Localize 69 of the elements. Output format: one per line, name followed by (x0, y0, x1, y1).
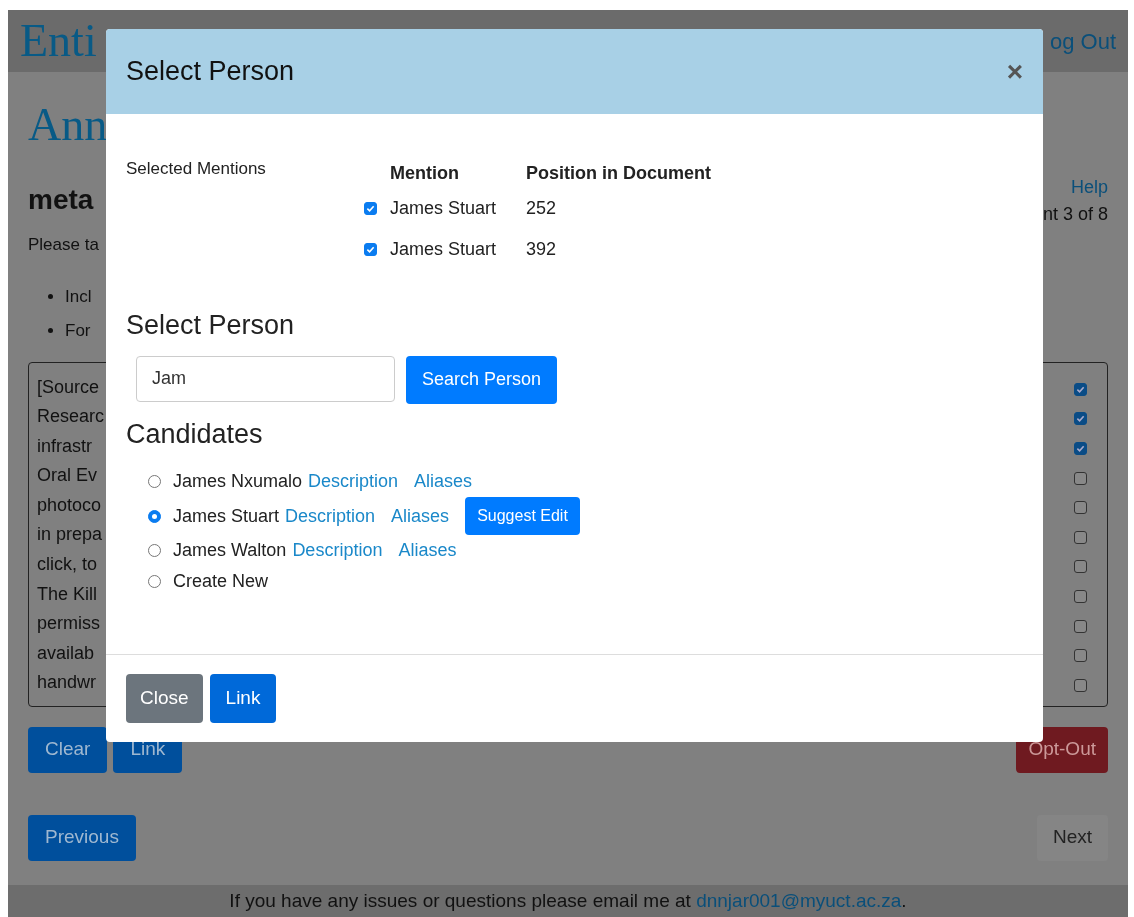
checkbox[interactable] (1074, 471, 1087, 485)
description-link[interactable]: Description (308, 468, 399, 495)
table-cell-text: James Stuart (390, 238, 498, 261)
column-header: Position in Document (526, 162, 711, 185)
section-heading: Candidates (126, 417, 264, 451)
checkbox[interactable] (1074, 649, 1087, 663)
opt-out-button[interactable]: Opt-Out (1016, 726, 1108, 773)
text-line: infrastr (37, 434, 93, 458)
aliases-link[interactable]: Aliases (398, 537, 457, 564)
radio-button[interactable] (148, 575, 161, 588)
modal-title: Select Person (126, 55, 295, 89)
help-link[interactable]: Help (1070, 174, 1108, 201)
checkbox[interactable] (1074, 560, 1087, 574)
document-counter: nt 3 of 8 (1042, 203, 1108, 226)
checkbox[interactable] (1074, 530, 1087, 544)
radio-button[interactable] (148, 544, 161, 557)
text-line: handwr (37, 671, 98, 695)
next-button[interactable]: Next (1036, 814, 1108, 861)
aliases-link[interactable]: Aliases (391, 502, 450, 530)
radio-button[interactable] (148, 509, 161, 523)
text-line: click, to (37, 553, 98, 577)
close-button[interactable]: × (1006, 57, 1023, 86)
bullet-icon (48, 328, 53, 334)
checkbox[interactable] (364, 202, 377, 215)
text-line: in prepa (37, 523, 104, 547)
bullet-icon (48, 293, 53, 299)
text-line: Researc (37, 405, 105, 429)
checkbox[interactable] (364, 243, 377, 256)
close-button[interactable]: Close (126, 674, 203, 723)
text-line: The Kill (37, 582, 99, 606)
checkbox[interactable] (1074, 382, 1087, 396)
text-line: availab (37, 641, 96, 665)
text-line: permiss (37, 612, 101, 636)
search-person-button[interactable]: Search Person (406, 355, 558, 404)
section-title: meta (28, 186, 94, 214)
list-item-text: For (65, 320, 91, 342)
section-heading: Select Person (126, 309, 296, 342)
text-line: photoco (37, 493, 103, 517)
candidate-name: James Walton (173, 539, 287, 562)
column-header: Mention (390, 162, 460, 185)
clear-button[interactable]: Clear (28, 726, 108, 773)
instructions-text: Please ta (28, 234, 99, 256)
description-link[interactable]: Description (292, 537, 383, 564)
link-button[interactable]: Link (209, 674, 277, 723)
text-line: [Source (37, 375, 101, 399)
candidate-name: James Stuart (173, 504, 280, 528)
previous-button[interactable]: Previous (28, 814, 136, 861)
table-cell-text: 252 (526, 197, 557, 220)
checkbox[interactable] (1074, 501, 1087, 515)
text-line: Oral Ev (37, 464, 98, 488)
suggest-edit-button[interactable]: Suggest Edit (465, 497, 580, 535)
table-cell-text: James Stuart (390, 197, 498, 220)
radio-button[interactable] (148, 475, 161, 488)
description-link[interactable]: Description (285, 502, 376, 530)
footer-text: If you have any issues or questions please email me at dnnjar001@myuct.ac.za. (229, 888, 907, 913)
checkbox[interactable] (1074, 619, 1087, 633)
checkbox[interactable] (1074, 412, 1087, 426)
search-field[interactable]: Jam (136, 355, 395, 402)
candidate-name: James Nxumalo (173, 470, 303, 493)
page-title: Ann (28, 102, 109, 148)
candidate-name: Create New (173, 570, 269, 593)
aliases-link[interactable]: Aliases (414, 468, 473, 495)
selected-mentions-label: Selected Mentions (126, 158, 267, 180)
checkbox[interactable] (1074, 589, 1087, 603)
site-title: Enti (20, 18, 97, 64)
list-item-text: Incl (65, 285, 92, 308)
checkbox[interactable] (1074, 442, 1087, 455)
checkbox[interactable] (1074, 678, 1087, 692)
table-cell-text: 392 (526, 238, 557, 261)
